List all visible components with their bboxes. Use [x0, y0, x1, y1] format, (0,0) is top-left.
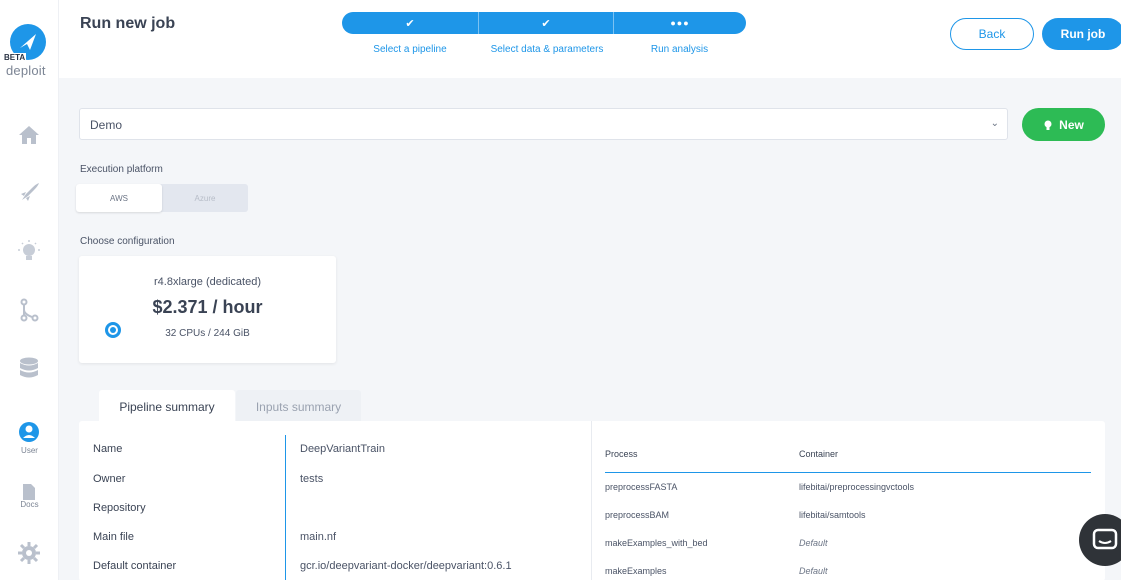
process-container: lifebitai/samtools	[799, 510, 866, 520]
summary-key: Owner	[93, 473, 126, 485]
project-select[interactable]: Demo ⌄	[79, 108, 1008, 140]
database-icon[interactable]	[17, 357, 41, 381]
divider	[591, 421, 592, 580]
summary-value: tests	[300, 473, 324, 485]
step-3-current: ●●●	[613, 12, 746, 34]
checkmark-icon: ✔	[405, 17, 415, 30]
progress-stepper: ✔ ✔ ●●● Select a pipeline Select data & …	[342, 12, 746, 55]
nav-label-docs[interactable]: Docs	[0, 500, 59, 509]
step-label: Select a pipeline	[373, 44, 447, 55]
summary-key: Main file	[93, 531, 134, 543]
chevron-down-icon: ⌄	[990, 118, 999, 129]
process-name: makeExamples	[605, 566, 667, 576]
instance-price: $2.371 / hour	[152, 297, 263, 317]
pipeline-branch-icon[interactable]	[17, 298, 41, 322]
tab-pipeline-summary[interactable]: Pipeline summary	[99, 390, 235, 423]
step-label: Run analysis	[650, 44, 709, 55]
process-container: Default	[799, 566, 828, 576]
process-column-header: Process	[605, 449, 638, 459]
header-bar: Run new job ✔ ✔ ●●● Select a pipeline Se…	[59, 0, 1121, 78]
process-container: Default	[799, 538, 828, 548]
process-container: lifebitai/preprocessingvctools	[799, 482, 915, 492]
sidebar: BETA deploit User Docs	[0, 0, 59, 580]
platform-option-azure[interactable]: Azure	[162, 184, 248, 212]
tab-inputs-summary[interactable]: Inputs summary	[236, 390, 361, 423]
pipeline-summary-panel: Name DeepVariantTrain Owner tests Reposi…	[79, 421, 1105, 580]
chat-icon	[1092, 528, 1118, 550]
home-icon[interactable]	[17, 123, 41, 147]
platform-toggle: AWS Azure	[76, 184, 248, 212]
container-column-header: Container	[799, 449, 839, 459]
choose-configuration-label: Choose configuration	[80, 236, 175, 247]
nav-label-user[interactable]: User	[0, 446, 59, 455]
summary-key: Name	[93, 443, 123, 455]
process-name: preprocessBAM	[605, 510, 670, 520]
step-label: Select data & parameters	[490, 44, 604, 55]
logo-text: deploit	[6, 63, 46, 78]
instance-name: r4.8xlarge (dedicated)	[153, 276, 261, 288]
divider	[285, 435, 286, 580]
new-project-button[interactable]: New	[1022, 108, 1105, 141]
new-button-label: New	[1059, 117, 1084, 132]
summary-value: DeepVariantTrain	[300, 443, 385, 455]
process-name: makeExamples_with_bed	[605, 538, 708, 548]
summary-value: main.nf	[300, 531, 337, 543]
lightbulb-icon[interactable]	[17, 240, 41, 264]
platform-option-aws[interactable]: AWS	[76, 184, 162, 212]
deploit-logo[interactable]: BETA deploit	[0, 20, 59, 80]
process-name: preprocessFASTA	[605, 482, 678, 492]
checkmark-icon: ✔	[541, 17, 551, 30]
page-title: Run new job	[80, 15, 176, 32]
beta-badge: BETA	[3, 53, 27, 62]
configuration-radio[interactable]	[105, 322, 121, 338]
run-job-button[interactable]: Run job	[1042, 18, 1121, 50]
header-underline	[605, 472, 1091, 473]
step-2-done: ✔	[478, 12, 613, 34]
user-icon[interactable]	[17, 420, 41, 444]
project-select-value: Demo	[90, 118, 123, 132]
summary-value: gcr.io/deepvariant-docker/deepvariant:0.…	[300, 560, 512, 572]
dots-icon: ●●●	[670, 18, 690, 28]
execution-platform-label: Execution platform	[80, 164, 163, 175]
lightbulb-icon	[1044, 120, 1052, 130]
step-1-done: ✔	[342, 12, 478, 34]
summary-key: Default container	[93, 560, 177, 572]
back-button[interactable]: Back	[950, 18, 1034, 50]
gear-icon[interactable]	[17, 541, 41, 565]
summary-key: Repository	[93, 502, 146, 514]
rocket-icon[interactable]	[17, 181, 41, 205]
configuration-card[interactable]: r4.8xlarge (dedicated) $2.371 / hour 32 …	[79, 256, 336, 363]
